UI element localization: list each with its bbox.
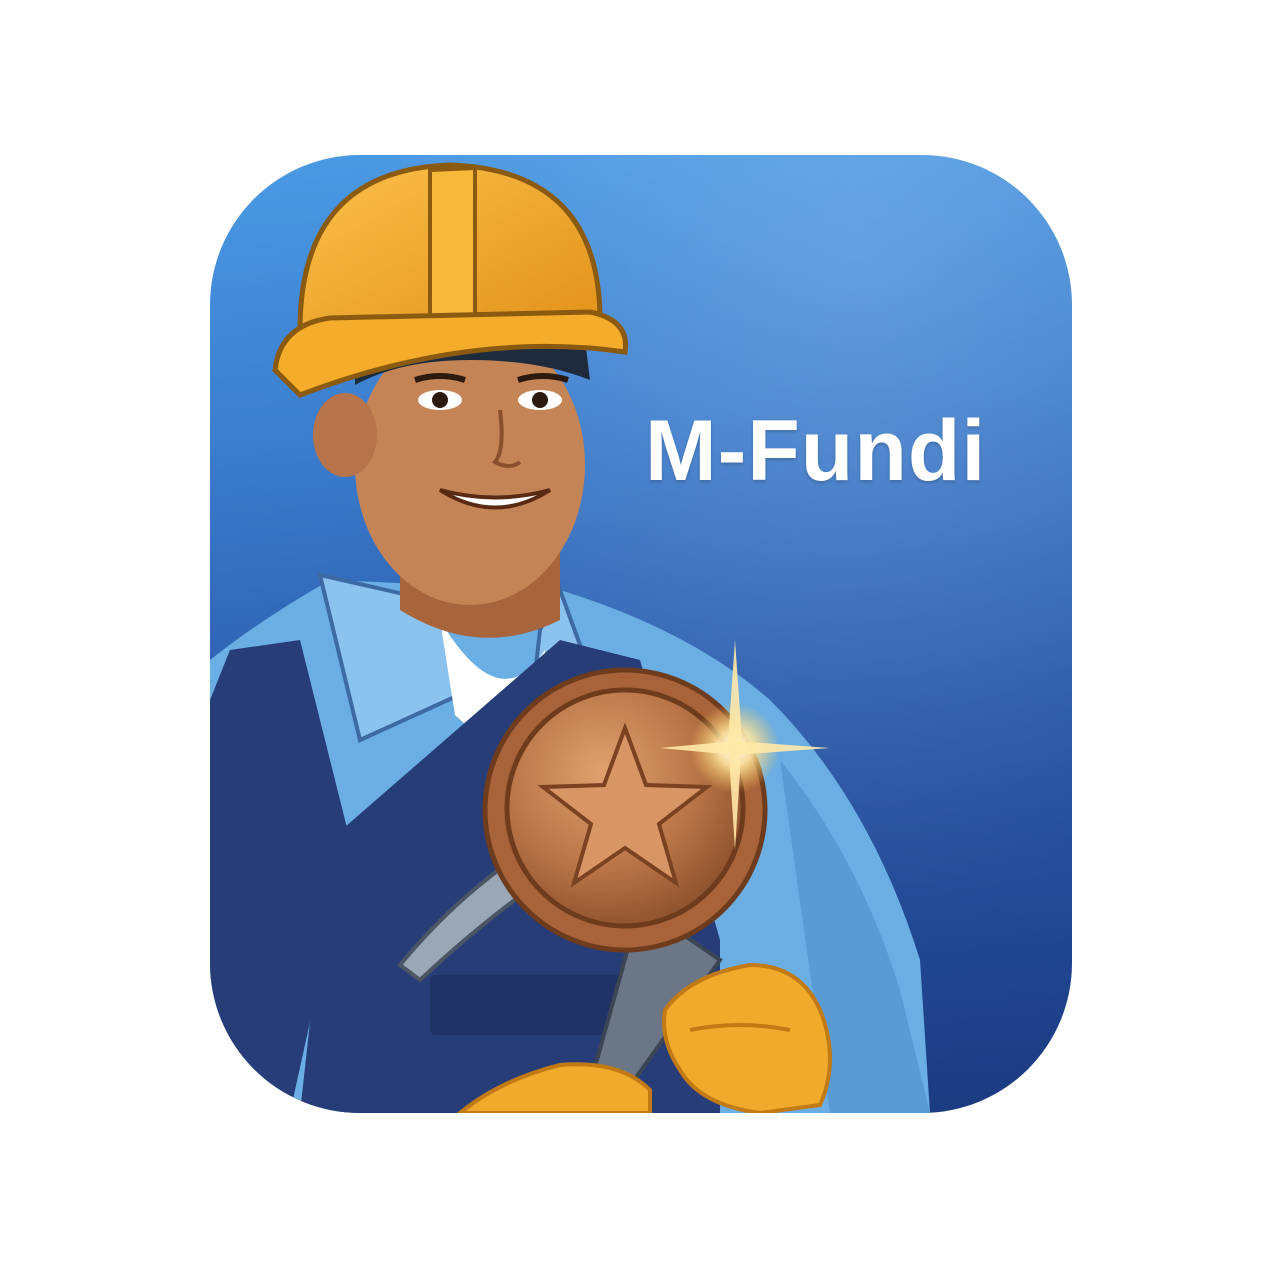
worker-illustration: [210, 162, 930, 1113]
brand-title: M-Fundi: [645, 403, 987, 499]
canvas: M-Fundi: [0, 0, 1280, 1280]
